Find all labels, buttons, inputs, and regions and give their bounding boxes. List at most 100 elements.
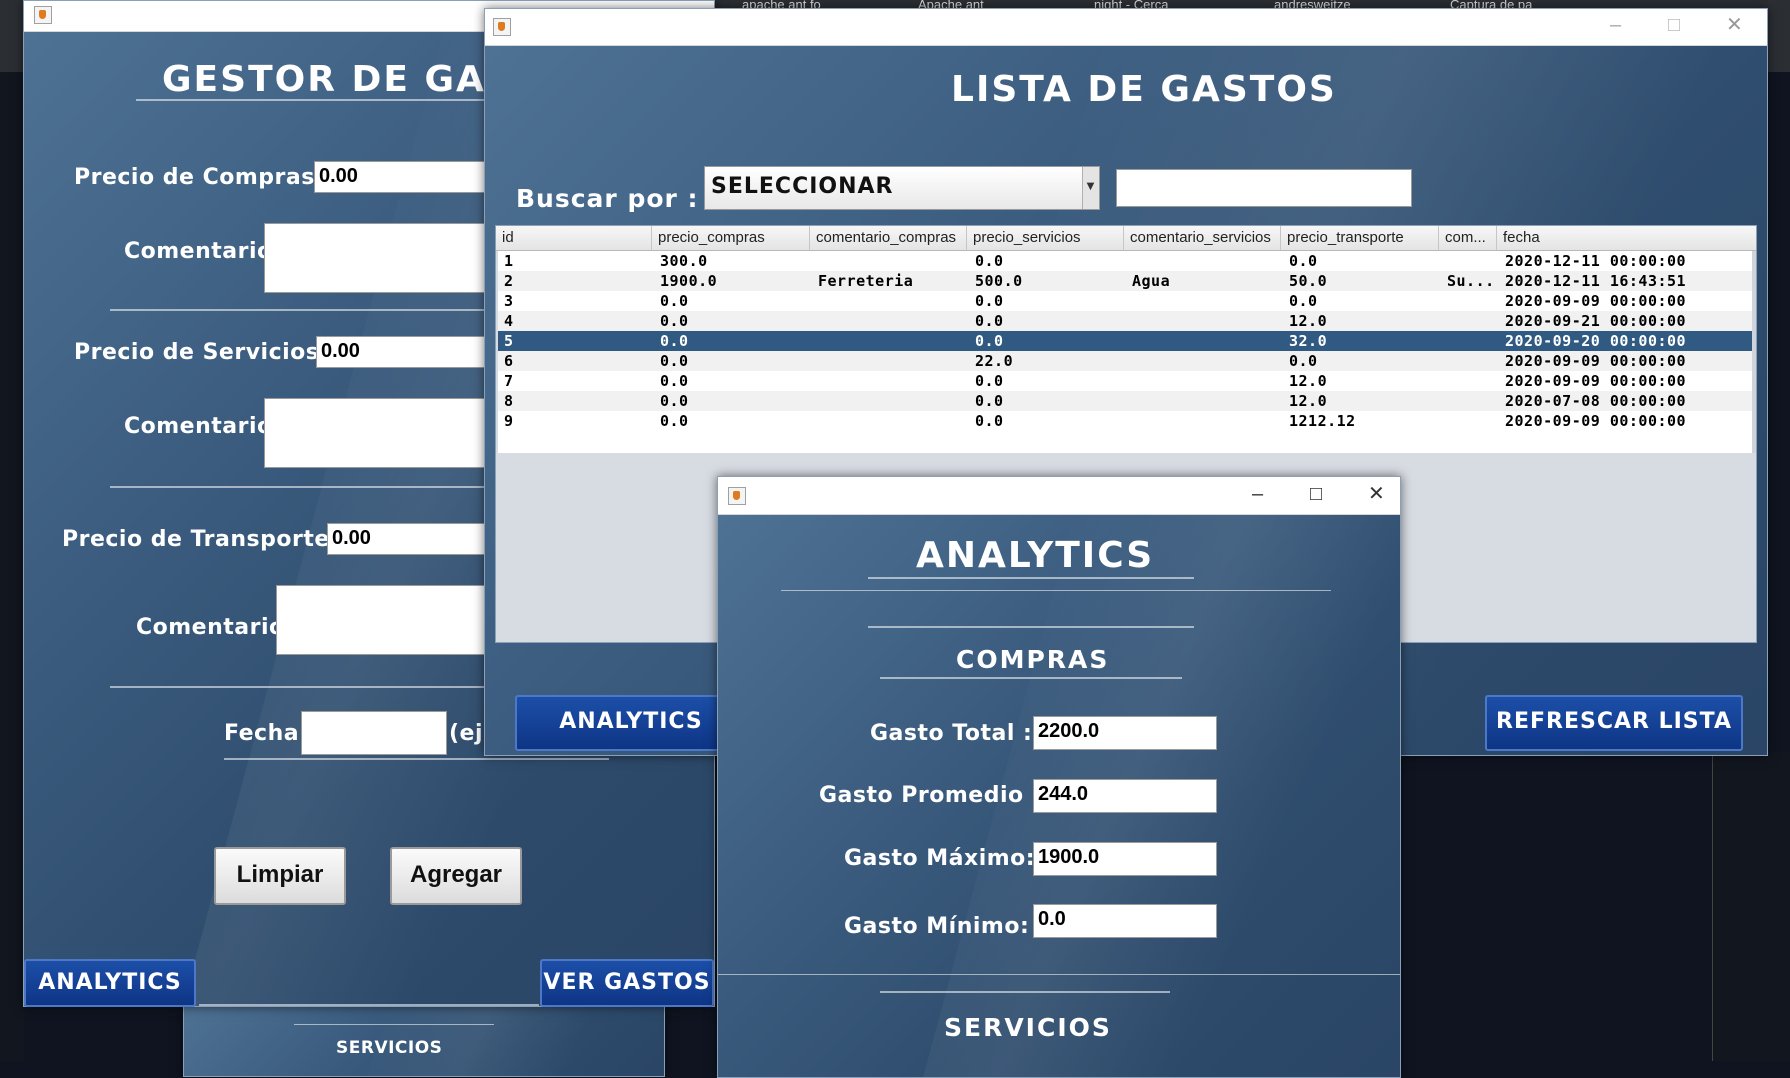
transporte-input[interactable]: 0.00 [327, 523, 497, 555]
divider [224, 758, 609, 760]
table-cell [1441, 311, 1499, 331]
table-cell: 22.0 [975, 352, 1014, 370]
lista-titlebar[interactable]: – □ ✕ [485, 9, 1767, 46]
table-cell [1441, 251, 1499, 271]
compras-label: Precio de Compras: $ [74, 165, 349, 190]
divider [880, 677, 1182, 679]
table-cell [812, 411, 969, 431]
table-cell: 2020-07-08 00:00:00 [1505, 392, 1687, 410]
fecha-input[interactable] [301, 711, 447, 755]
minimize-icon[interactable]: – [1252, 484, 1263, 504]
table-row[interactable]: 6 0.0 22.0 0.0 2020-09-09 00:00:00 [498, 351, 1752, 371]
background-desktop-left [0, 72, 24, 1061]
gasto-promedio-field[interactable]: 244.0 [1033, 779, 1217, 813]
servicios-heading: SERVICIOS [944, 1013, 1112, 1042]
limpiar-button[interactable]: Limpiar [214, 847, 346, 905]
table-cell: Su... [1447, 272, 1495, 290]
table-row[interactable]: 5 0.0 0.0 32.0 2020-09-20 00:00:00 [498, 331, 1752, 351]
table-cell: 0.0 [1289, 252, 1318, 270]
behind-window: SERVICIOS [183, 1005, 665, 1077]
servicios-input[interactable]: 0.00 [316, 336, 496, 368]
analytics-titlebar[interactable]: – □ ✕ [718, 477, 1400, 515]
close-icon[interactable]: ✕ [1726, 15, 1743, 35]
table-row[interactable]: 9 0.0 0.0 1212.12 2020-09-09 00:00:00 [498, 411, 1752, 431]
table-cell [1441, 371, 1499, 391]
compras-heading: COMPRAS [956, 645, 1110, 674]
chevron-down-icon[interactable]: ▼ [1082, 167, 1099, 209]
table-row[interactable]: 2 1900.0 Ferreteria 500.0 Agua 50.0 Su... 2020-… [498, 271, 1752, 291]
table-row[interactable]: 1 300.0 0.0 0.0 2020-12-11 00:00:00 [498, 251, 1752, 271]
close-icon[interactable]: ✕ [1368, 484, 1385, 504]
table-cell: 0.0 [660, 412, 689, 430]
table-row[interactable]: 3 0.0 0.0 0.0 2020-09-09 00:00:00 [498, 291, 1752, 311]
table-cell: 0.0 [660, 352, 689, 370]
refrescar-lista-button[interactable]: REFRESCAR LISTA [1485, 695, 1743, 751]
column-header[interactable]: precio_transporte [1281, 226, 1439, 250]
column-header[interactable]: precio_servicios [967, 226, 1124, 250]
analytics-window: – □ ✕ ANALYTICS COMPRAS Gasto Total : $ … [717, 476, 1401, 1078]
table-cell: 2020-09-09 00:00:00 [1505, 372, 1687, 390]
table-cell: 12.0 [1289, 312, 1328, 330]
table-cell: 0.0 [975, 292, 1004, 310]
lista-analytics-button[interactable]: ANALYTICS [515, 695, 747, 751]
comentario-transporte-input[interactable] [276, 585, 496, 655]
compras-input[interactable]: 0.00 [314, 161, 494, 193]
minimize-icon[interactable]: – [1610, 15, 1621, 35]
gasto-promedio-label: Gasto Promedio : $ [819, 783, 1066, 808]
analytics-title: ANALYTICS [916, 535, 1155, 576]
gasto-minimo-field[interactable]: 0.0 [1033, 904, 1217, 938]
table-cell [1126, 331, 1283, 351]
table-row[interactable]: 8 0.0 0.0 12.0 2020-07-08 00:00:00 [498, 391, 1752, 411]
table-cell: 32.0 [1289, 332, 1328, 350]
table-cell: 0.0 [975, 252, 1004, 270]
ver-gastos-button[interactable]: VER GASTOS [540, 959, 714, 1007]
divider [199, 1004, 539, 1006]
gasto-total-field[interactable]: 2200.0 [1033, 716, 1217, 750]
table-cell: 2020-09-21 00:00:00 [1505, 312, 1687, 330]
table-cell [812, 311, 969, 331]
table-cell: 0.0 [975, 372, 1004, 390]
maximize-icon[interactable]: □ [1310, 484, 1322, 504]
column-header[interactable]: com... [1439, 226, 1497, 250]
buscar-select[interactable]: SELECCIONAR ▼ [704, 166, 1100, 210]
table-row[interactable]: 4 0.0 0.0 12.0 2020-09-21 00:00:00 [498, 311, 1752, 331]
divider [868, 577, 1194, 579]
buscar-label: Buscar por : [516, 184, 699, 213]
maximize-icon[interactable]: □ [1668, 15, 1680, 35]
gasto-minimo-label: Gasto Mínimo: $ [844, 914, 1054, 939]
table-cell: 500.0 [975, 272, 1023, 290]
column-header[interactable]: fecha [1497, 226, 1756, 250]
table-cell: 0.0 [975, 332, 1004, 350]
gasto-maximo-label: Gasto Máximo: $ [844, 846, 1060, 871]
table-cell: 6 [504, 352, 514, 370]
column-header[interactable]: comentario_compras [810, 226, 967, 250]
table-cell [1126, 311, 1283, 331]
buscar-input[interactable] [1116, 169, 1412, 207]
table-cell: 2 [504, 272, 514, 290]
table-cell: 5 [504, 332, 514, 350]
table-header: id precio_compras comentario_compras pre… [496, 226, 1756, 251]
column-header[interactable]: id [496, 226, 652, 250]
table-cell [812, 251, 969, 271]
comentario-compras-input[interactable] [264, 223, 494, 293]
comentario-servicios-input[interactable] [264, 398, 494, 468]
table-cell: 2020-09-20 00:00:00 [1505, 332, 1687, 350]
table-row[interactable]: 7 0.0 0.0 12.0 2020-09-09 00:00:00 [498, 371, 1752, 391]
agregar-button[interactable]: Agregar [390, 847, 522, 905]
gestor-analytics-button[interactable]: ANALYTICS [24, 959, 196, 1007]
table-cell [1441, 391, 1499, 411]
table-cell [812, 391, 969, 411]
column-header[interactable]: precio_compras [652, 226, 810, 250]
table-cell: 4 [504, 312, 514, 330]
table-cell [1126, 411, 1283, 431]
table-cell: Ferreteria [818, 272, 914, 290]
column-header[interactable]: comentario_servicios [1124, 226, 1281, 250]
transporte-label: Precio de Transporte: $ [62, 527, 364, 552]
table-cell [812, 371, 969, 391]
table-cell [1441, 331, 1499, 351]
table-cell: 3 [504, 292, 514, 310]
table-scrollbar[interactable] [1752, 251, 1756, 453]
gasto-maximo-field[interactable]: 1900.0 [1033, 842, 1217, 876]
table-cell: 1900.0 [660, 272, 718, 290]
table-cell [1126, 351, 1283, 371]
